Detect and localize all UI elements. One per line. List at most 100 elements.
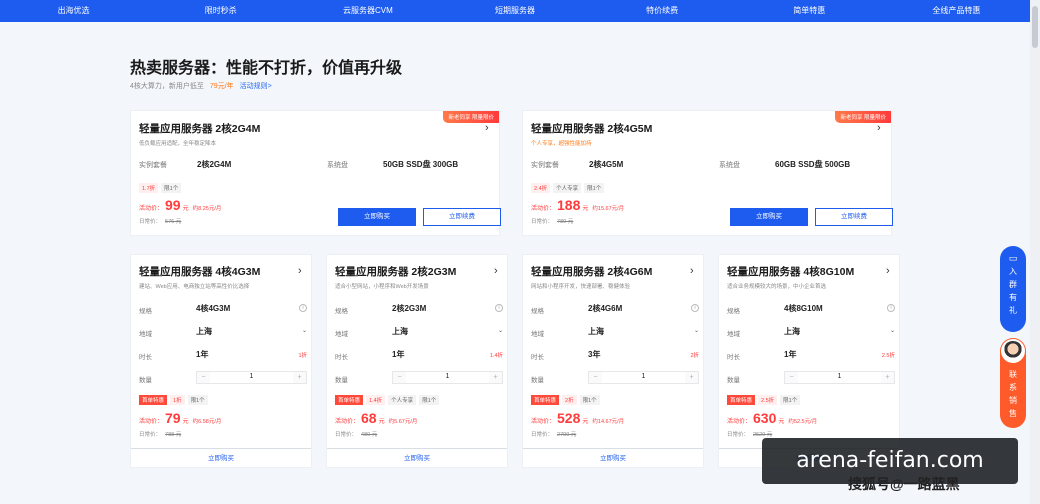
region-select[interactable]: 地域 上海 ⌄ bbox=[727, 325, 895, 339]
nav-item-short-term[interactable]: 短期服务器 bbox=[441, 0, 588, 22]
page-title: 热卖服务器：性能不打折，价值再升级 bbox=[130, 60, 403, 77]
duration-select[interactable]: 时长 1年 2.5折 bbox=[727, 348, 895, 362]
region-select[interactable]: 地域 上海 ⌄ bbox=[335, 325, 503, 339]
chevron-right-icon[interactable]: › bbox=[886, 265, 890, 277]
chevron-right-icon[interactable]: › bbox=[877, 122, 881, 134]
quantity-stepper[interactable]: − 1 + bbox=[196, 371, 307, 384]
card-title[interactable]: 轻量应用服务器 2核2G4M bbox=[139, 121, 260, 136]
region-value: 上海 bbox=[196, 327, 212, 336]
join-group-button[interactable]: ▭ 入群有礼 bbox=[1000, 246, 1026, 332]
card-title[interactable]: 轻量应用服务器 4核8G10M bbox=[727, 264, 854, 279]
daily-price: 日常价： 788 元 bbox=[139, 430, 181, 438]
plus-icon[interactable]: + bbox=[489, 372, 502, 383]
buy-button[interactable]: 立即购买 bbox=[338, 208, 416, 226]
quantity-label: 数量 bbox=[727, 377, 740, 384]
disk-label: 系统盘 bbox=[327, 162, 348, 169]
spec-label: 规格 bbox=[139, 308, 152, 315]
duration-select[interactable]: 时长 1年 1.4折 bbox=[335, 348, 503, 362]
nav-item-all-products[interactable]: 全线产品特惠 bbox=[883, 0, 1030, 22]
price-label: 活动价： bbox=[139, 206, 164, 212]
spec-row[interactable]: 规格 2核2G3M i bbox=[335, 302, 503, 316]
quantity-value[interactable]: 1 bbox=[798, 373, 881, 380]
price-box: 活动价： 528 元 约14.67元/月 bbox=[531, 410, 624, 426]
spec-row[interactable]: 规格 2核4G6M i bbox=[531, 302, 699, 316]
quantity-stepper[interactable]: − 1 + bbox=[588, 371, 699, 384]
contact-sales-button[interactable]: 联系销售 bbox=[1000, 338, 1026, 428]
nav-item-flash-sale[interactable]: 限时秒杀 bbox=[147, 0, 294, 22]
rules-link[interactable]: 活动规则> bbox=[240, 81, 272, 91]
nav-item-renewal[interactable]: 特价续费 bbox=[589, 0, 736, 22]
promo-badge: 新老同享 限量限价 bbox=[443, 111, 499, 123]
info-icon[interactable]: i bbox=[495, 304, 503, 312]
spec-value: 2核4G5M bbox=[589, 160, 624, 169]
card-title[interactable]: 轻量应用服务器 2核4G6M bbox=[531, 264, 652, 279]
daily-label: 日常价： bbox=[727, 432, 750, 438]
card-title[interactable]: 轻量应用服务器 2核2G3M bbox=[335, 264, 456, 279]
product-card-4c4g3m: 轻量应用服务器 4核4G3M › 建站、Web应用、电商独立站等高性价比选择 规… bbox=[130, 254, 312, 468]
chevron-down-icon[interactable]: ⌄ bbox=[498, 327, 503, 334]
renew-button[interactable]: 立即续费 bbox=[815, 208, 893, 226]
info-icon[interactable]: i bbox=[299, 304, 307, 312]
spec-value: 2核2G4M bbox=[197, 160, 232, 169]
chevron-down-icon[interactable]: ⌄ bbox=[890, 327, 895, 334]
page-scrollbar[interactable] bbox=[1030, 0, 1040, 504]
minus-icon[interactable]: − bbox=[393, 372, 406, 383]
buy-button[interactable]: 立即购买 bbox=[730, 208, 808, 226]
region-select[interactable]: 地域 上海 ⌄ bbox=[139, 325, 307, 339]
region-select[interactable]: 地域 上海 ⌄ bbox=[531, 325, 699, 339]
duration-discount: 1.4折 bbox=[489, 353, 503, 359]
disk-label: 系统盘 bbox=[719, 162, 740, 169]
region-label: 地域 bbox=[727, 331, 740, 338]
minus-icon[interactable]: − bbox=[785, 372, 798, 383]
plus-icon[interactable]: + bbox=[881, 372, 894, 383]
first-order-tag: 首单特惠 bbox=[335, 395, 364, 405]
chevron-down-icon[interactable]: ⌄ bbox=[302, 327, 307, 334]
price-value: 630 bbox=[753, 410, 777, 426]
tag-row: 首单特惠 1折 限1个 bbox=[139, 395, 211, 405]
spec-row[interactable]: 规格 4核8G10M i bbox=[727, 302, 895, 316]
quantity-value[interactable]: 1 bbox=[210, 373, 293, 380]
minus-icon[interactable]: − bbox=[589, 372, 602, 383]
chevron-right-icon[interactable]: › bbox=[298, 265, 302, 277]
chevron-right-icon[interactable]: › bbox=[485, 122, 489, 134]
chevron-right-icon[interactable]: › bbox=[690, 265, 694, 277]
nav-item-cvm[interactable]: 云服务器CVM bbox=[294, 0, 441, 22]
minus-icon[interactable]: − bbox=[197, 372, 210, 383]
duration-select[interactable]: 时长 3年 2折 bbox=[531, 348, 699, 362]
price-unit: 元 bbox=[582, 419, 589, 425]
limit-tag: 限1个 bbox=[161, 183, 182, 193]
plus-icon[interactable]: + bbox=[685, 372, 698, 383]
quantity-row: 数量 − 1 + bbox=[531, 371, 699, 385]
duration-select[interactable]: 时长 1年 1折 bbox=[139, 348, 307, 362]
scrollbar-thumb[interactable] bbox=[1032, 6, 1038, 48]
daily-label: 日常价： bbox=[531, 432, 554, 438]
info-icon[interactable]: i bbox=[887, 304, 895, 312]
duration-label: 时长 bbox=[727, 354, 740, 361]
quantity-label: 数量 bbox=[531, 377, 544, 384]
renew-button[interactable]: 立即续费 bbox=[423, 208, 501, 226]
buy-button[interactable]: 立即购买 bbox=[131, 448, 311, 467]
buy-button[interactable]: 立即购买 bbox=[523, 448, 703, 467]
price-unit: 元 bbox=[582, 206, 589, 212]
quantity-value[interactable]: 1 bbox=[602, 373, 685, 380]
quantity-value[interactable]: 1 bbox=[406, 373, 489, 380]
nav-item-overseas[interactable]: 出海优选 bbox=[0, 0, 147, 22]
chat-icon: ▭ bbox=[1008, 253, 1018, 263]
card-title[interactable]: 轻量应用服务器 2核4G5M bbox=[531, 121, 652, 136]
daily-price-value: 576 元 bbox=[165, 219, 182, 225]
price-per-month: 约52.5元/月 bbox=[788, 419, 818, 425]
card-title[interactable]: 轻量应用服务器 4核4G3M bbox=[139, 264, 260, 279]
daily-price-value: 788 元 bbox=[165, 432, 182, 438]
daily-label: 日常价： bbox=[335, 432, 358, 438]
chevron-down-icon[interactable]: ⌄ bbox=[694, 327, 699, 334]
chevron-right-icon[interactable]: › bbox=[494, 265, 498, 277]
buy-button[interactable]: 立即购买 bbox=[327, 448, 507, 467]
plus-icon[interactable]: + bbox=[293, 372, 306, 383]
quantity-stepper[interactable]: − 1 + bbox=[392, 371, 503, 384]
info-icon[interactable]: i bbox=[691, 304, 699, 312]
daily-price: 日常价： 2700 元 bbox=[531, 430, 576, 438]
price-label: 活动价： bbox=[727, 419, 752, 425]
quantity-stepper[interactable]: − 1 + bbox=[784, 371, 895, 384]
nav-item-simple-deal[interactable]: 简单特惠 bbox=[736, 0, 883, 22]
spec-row[interactable]: 规格 4核4G3M i bbox=[139, 302, 307, 316]
